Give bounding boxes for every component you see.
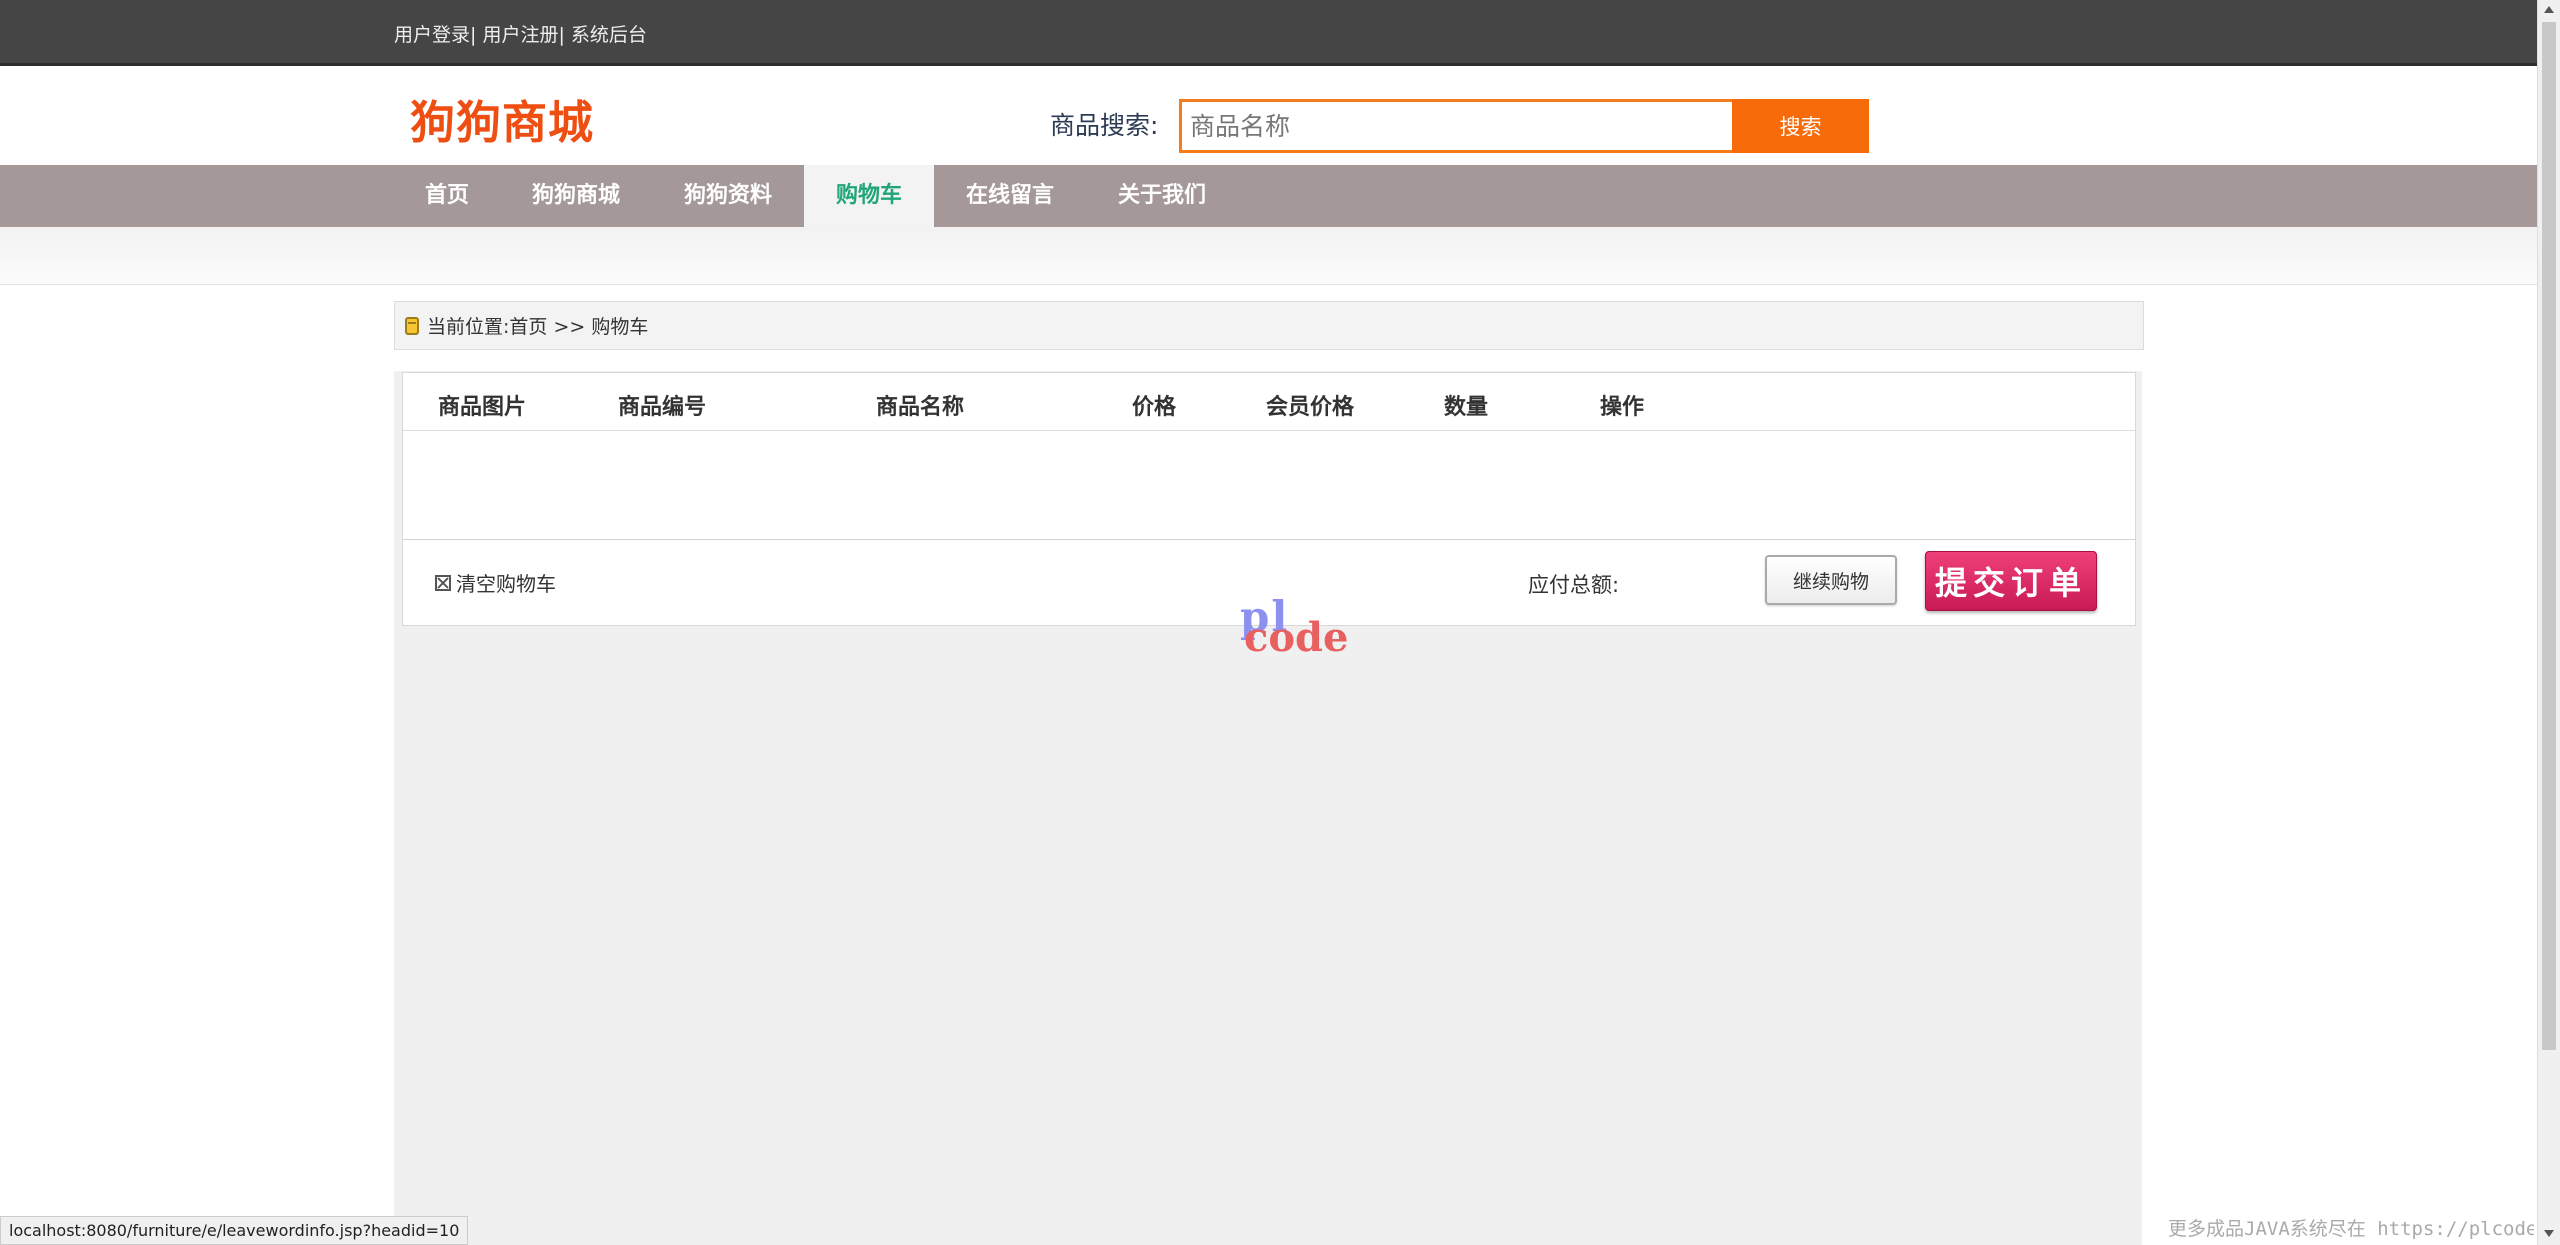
search-button[interactable]: 搜索 — [1732, 99, 1869, 153]
sub-banner — [0, 227, 2537, 285]
col-price: 价格 — [1132, 395, 1177, 420]
top-bar: 用户登录| 用户注册| 系统后台 — [0, 0, 2537, 66]
total-label: 应付总额: — [1528, 573, 1620, 597]
col-member-price: 会员价格 — [1266, 395, 1355, 420]
footer-watermark-text: 更多成品JAVA系统尽在 https://plcode.vip — [2168, 1218, 2534, 1240]
register-link[interactable]: 用户注册| — [476, 24, 564, 46]
watermark-code: code — [1244, 614, 1349, 661]
col-image: 商品图片 — [438, 395, 527, 420]
col-name: 商品名称 — [876, 395, 965, 420]
col-actions: 操作 — [1600, 395, 1645, 420]
vertical-scrollbar[interactable] — [2537, 0, 2560, 1245]
scroll-down-icon[interactable] — [2544, 1230, 2554, 1237]
top-links: 用户登录| 用户注册| 系统后台 — [394, 20, 647, 47]
login-link[interactable]: 用户登录| — [394, 24, 476, 46]
nav-item-cart[interactable]: 购物车 — [804, 165, 934, 227]
scroll-thumb[interactable] — [2542, 22, 2556, 1050]
status-bar-url: localhost:8080/furniture/e/leavewordinfo… — [0, 1216, 469, 1245]
clear-cart-link[interactable]: 清空购物车 — [435, 568, 556, 597]
breadcrumb-text: 当前位置:首页 >> 购物车 — [427, 316, 649, 338]
search-label: 商品搜索: — [1050, 111, 1159, 140]
nav-item-about[interactable]: 关于我们 — [1102, 165, 1222, 227]
row-divider — [403, 539, 2135, 540]
scroll-up-icon[interactable] — [2544, 6, 2554, 13]
location-icon — [405, 316, 419, 335]
nav-item-dog-info[interactable]: 狗狗资料 — [668, 165, 788, 227]
table-header: 商品图片 商品编号 商品名称 价格 会员价格 数量 操作 — [403, 373, 2135, 431]
clear-icon — [435, 574, 451, 591]
col-code: 商品编号 — [618, 395, 707, 420]
nav-item-home[interactable]: 首页 — [394, 165, 500, 227]
breadcrumb: 当前位置:首页 >> 购物车 — [394, 301, 2144, 350]
nav-item-messages[interactable]: 在线留言 — [950, 165, 1070, 227]
search-input[interactable] — [1179, 99, 1732, 153]
admin-link[interactable]: 系统后台 — [565, 24, 647, 46]
continue-shopping-button[interactable]: 继续购物 — [1765, 555, 1897, 605]
cart-table: 商品图片 商品编号 商品名称 价格 会员价格 数量 操作 清空购物车 应付总额:… — [402, 372, 2136, 626]
clear-cart-label: 清空购物车 — [456, 572, 556, 596]
header: 狗狗商城 商品搜索: 搜索 — [0, 66, 2537, 165]
col-quantity: 数量 — [1444, 395, 1489, 420]
site-logo[interactable]: 狗狗商城 — [410, 86, 594, 151]
nav-item-shop[interactable]: 狗狗商城 — [516, 165, 636, 227]
submit-order-button[interactable]: 提交订单 — [1925, 551, 2097, 611]
main-nav: 首页 狗狗商城 狗狗资料 购物车 在线留言 关于我们 — [0, 165, 2537, 227]
